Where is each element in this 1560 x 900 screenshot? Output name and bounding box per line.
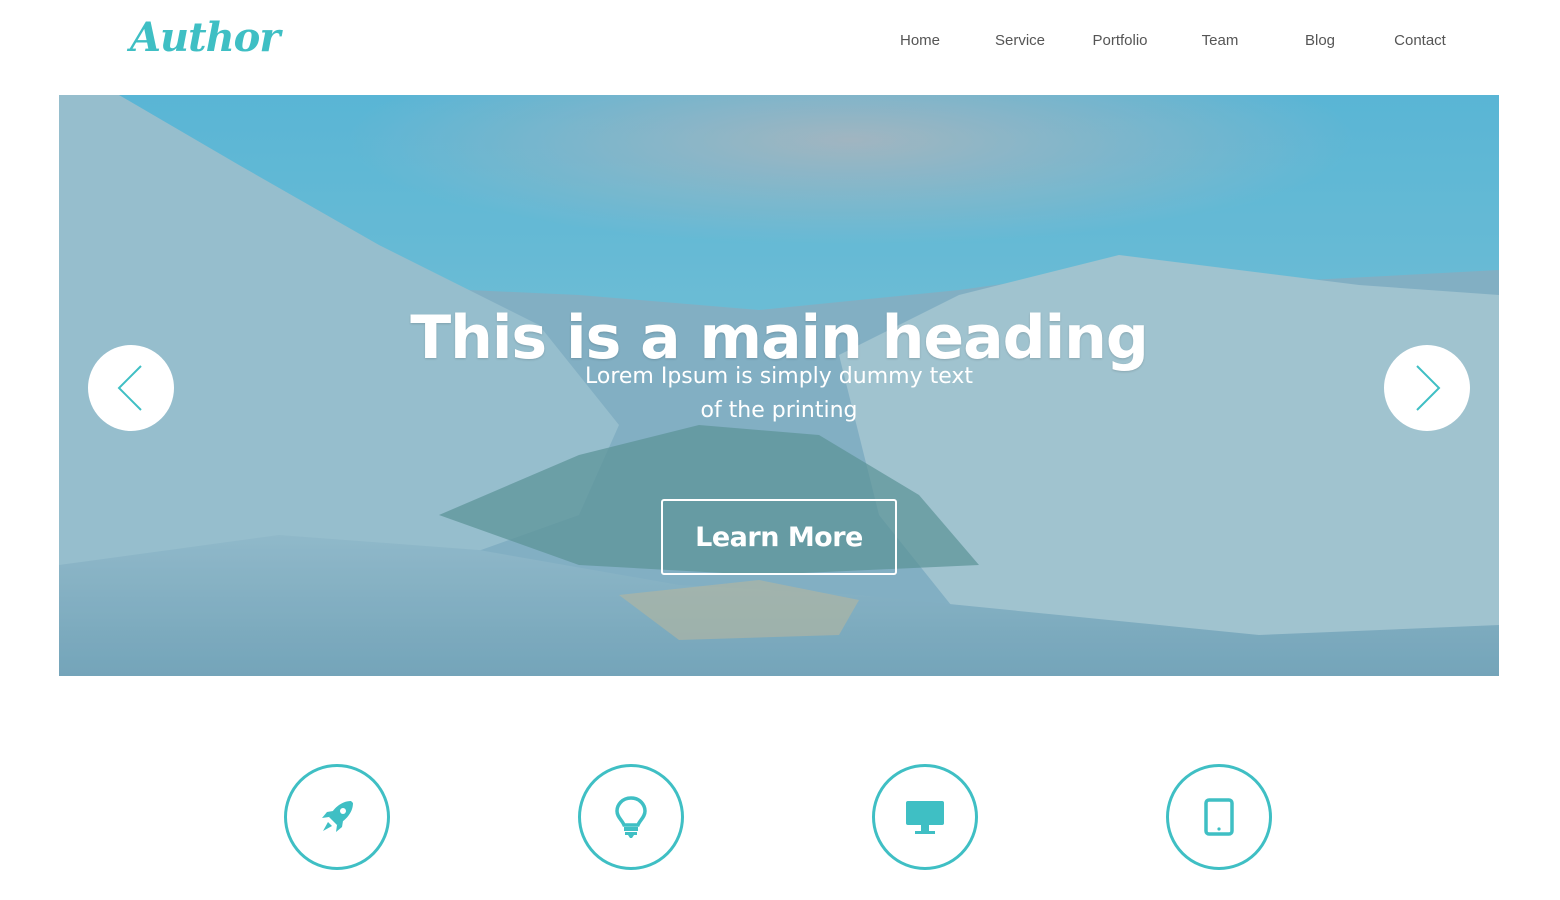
- tablet-icon: [1204, 798, 1234, 836]
- nav-item-home[interactable]: Home: [900, 32, 940, 49]
- nav-item-team[interactable]: Team: [1202, 32, 1239, 49]
- hero-subtext-line2: of the printing: [700, 398, 858, 423]
- hero-slider: This is a main heading Lorem Ipsum is si…: [59, 95, 1499, 676]
- nav-item-service[interactable]: Service: [995, 32, 1045, 49]
- hero-subtext-line1: Lorem Ipsum is simply dummy text: [585, 364, 973, 389]
- desktop-icon: [906, 801, 944, 834]
- feature-lightbulb[interactable]: [578, 764, 684, 870]
- feature-rocket[interactable]: [284, 764, 390, 870]
- nav-item-blog[interactable]: Blog: [1305, 32, 1335, 49]
- site-header: Author Home Service Portfolio Team Blog …: [0, 0, 1560, 95]
- hero-subtext: Lorem Ipsum is simply dummy text of the …: [559, 360, 999, 428]
- nav-item-portfolio[interactable]: Portfolio: [1092, 32, 1147, 49]
- rocket-icon: [322, 801, 353, 832]
- feature-desktop[interactable]: [872, 764, 978, 870]
- learn-more-button[interactable]: Learn More: [661, 499, 897, 575]
- feature-tablet[interactable]: [1166, 764, 1272, 870]
- main-nav: Home Service Portfolio Team Blog Contact: [0, 32, 1560, 56]
- lightbulb-icon: [615, 796, 647, 838]
- nav-item-contact[interactable]: Contact: [1394, 32, 1446, 49]
